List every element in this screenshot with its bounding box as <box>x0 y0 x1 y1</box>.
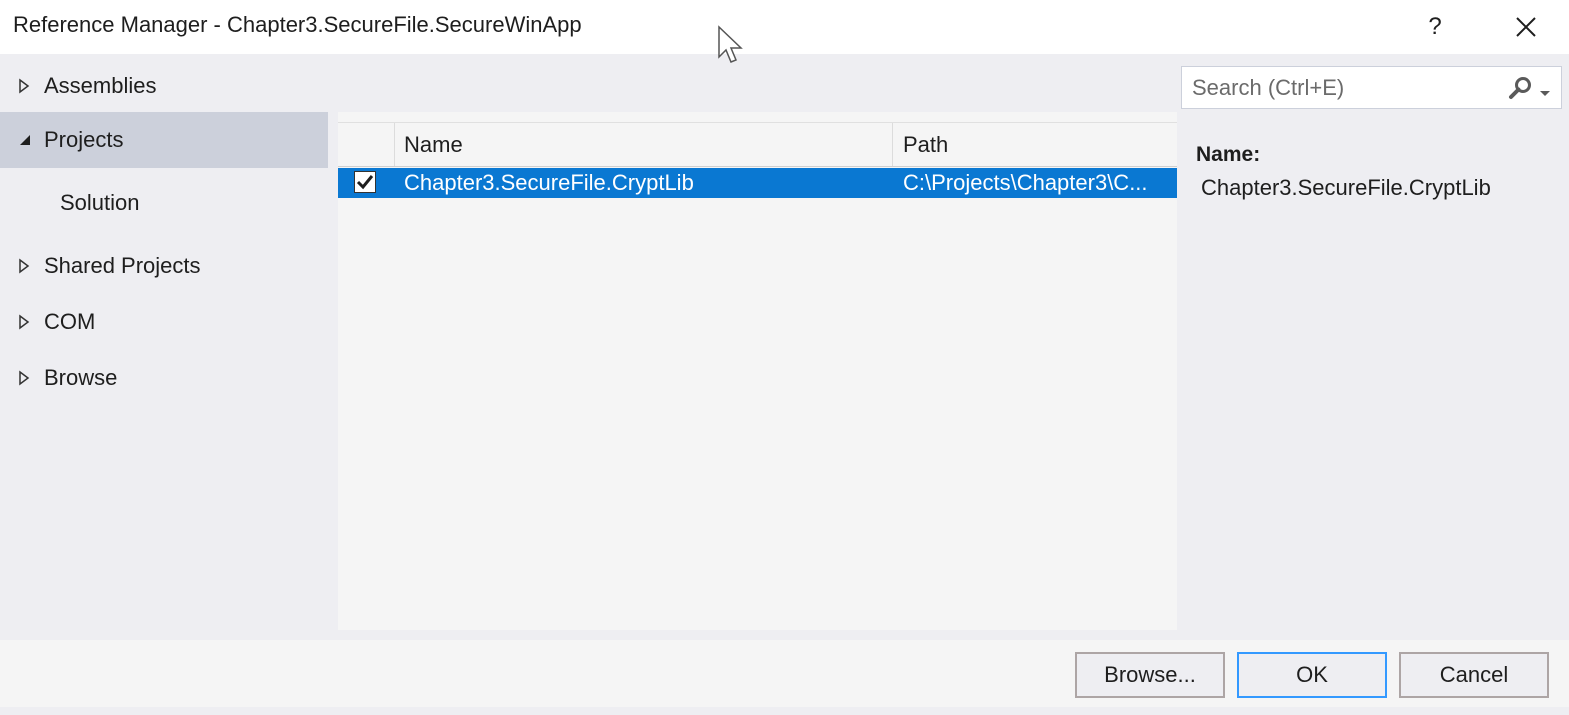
mouse-cursor-icon <box>718 25 743 63</box>
row-name-cell: Chapter3.SecureFile.CryptLib <box>404 170 694 195</box>
column-header-name[interactable]: Name <box>395 123 893 166</box>
chevron-down-icon[interactable] <box>1539 85 1551 103</box>
window-title: Reference Manager - Chapter3.SecureFile.… <box>13 12 582 37</box>
footer-divider <box>0 707 1569 715</box>
sidebar-item-label: Solution <box>60 190 140 215</box>
sidebar-item-label: Projects <box>44 127 124 152</box>
sidebar-item-solution[interactable]: Solution <box>0 175 328 231</box>
expand-arrow-icon[interactable] <box>18 77 32 95</box>
expand-arrow-icon[interactable] <box>18 313 32 331</box>
column-header-path[interactable]: Path <box>894 123 1177 166</box>
close-button[interactable] <box>1498 0 1554 54</box>
sidebar-item-assemblies[interactable]: Assemblies <box>0 58 328 114</box>
details-value: Chapter3.SecureFile.CryptLib <box>1201 175 1491 200</box>
help-button[interactable]: ? <box>1407 0 1463 54</box>
sidebar-item-com[interactable]: COM <box>0 294 328 350</box>
browse-button[interactable]: Browse... <box>1075 652 1225 698</box>
sidebar-item-browse[interactable]: Browse <box>0 350 328 406</box>
column-header-check[interactable] <box>338 123 395 166</box>
sidebar-item-label: Browse <box>44 365 118 390</box>
table-row[interactable]: Chapter3.SecureFile.CryptLib C:\Projects… <box>338 168 1177 198</box>
details-panel: Name: Chapter3.SecureFile.CryptLib <box>1196 143 1556 201</box>
category-sidebar: Assemblies Projects Solution Shared Proj… <box>0 54 334 640</box>
ok-button[interactable]: OK <box>1237 652 1387 698</box>
sidebar-item-label: Assemblies <box>44 73 157 98</box>
expand-arrow-icon[interactable] <box>18 257 32 275</box>
sidebar-item-projects[interactable]: Projects <box>0 112 328 168</box>
cancel-button[interactable]: Cancel <box>1399 652 1549 698</box>
list-header: Name Path <box>338 122 1177 167</box>
collapse-arrow-icon[interactable] <box>18 131 32 149</box>
title-bar: Reference Manager - Chapter3.SecureFile.… <box>0 0 1569 54</box>
close-icon <box>1516 17 1536 37</box>
sidebar-item-label: Shared Projects <box>44 253 201 278</box>
search-box <box>1181 66 1562 109</box>
sidebar-item-label: COM <box>44 309 96 334</box>
reference-list: Name Path Chapter3.SecureFile.CryptLib C… <box>338 112 1177 630</box>
expand-arrow-icon[interactable] <box>18 369 32 387</box>
checkmark-icon <box>356 175 374 190</box>
search-icon[interactable] <box>1508 75 1534 106</box>
row-path-cell: C:\Projects\Chapter3\C... <box>903 170 1148 195</box>
sidebar-item-shared-projects[interactable]: Shared Projects <box>0 238 328 294</box>
reference-checkbox[interactable] <box>354 171 376 193</box>
details-label: Name: <box>1196 143 1261 166</box>
search-input[interactable] <box>1192 75 1492 101</box>
